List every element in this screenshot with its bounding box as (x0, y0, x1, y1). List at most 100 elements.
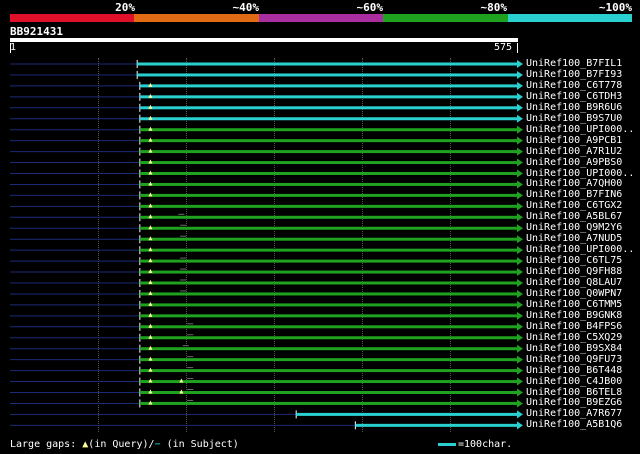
hit-bar[interactable] (139, 128, 517, 132)
hit-bar[interactable] (139, 336, 517, 340)
hit-bar[interactable] (139, 106, 517, 110)
hit-bar[interactable] (139, 182, 517, 186)
hit-bar[interactable] (139, 292, 517, 296)
hit-arrow-icon (517, 410, 523, 419)
hit-arrow-icon (517, 257, 523, 266)
hit-arrow-icon (517, 268, 523, 277)
scale-legend-text: =100char. (458, 439, 513, 450)
hit-bar[interactable] (139, 193, 517, 197)
hit-arrow-icon (517, 235, 523, 244)
hit-bar[interactable] (355, 423, 517, 427)
hit-arrow-icon (517, 279, 523, 287)
hit-bar[interactable] (139, 401, 517, 405)
hit-bar[interactable] (137, 73, 517, 77)
hit-label[interactable]: UniRef100_UPI000.. (526, 168, 634, 179)
hit-arrow-icon (517, 202, 523, 211)
hit-bar[interactable] (139, 139, 517, 143)
hit-label[interactable]: UniRef100_C6TDH3 (526, 91, 622, 102)
hit-label[interactable]: UniRef100_C4JB00 (526, 376, 622, 387)
hit-arrow-icon (517, 366, 523, 375)
hit-label[interactable]: UniRef100_Q0WPN7 (526, 288, 622, 299)
hit-bar[interactable] (139, 172, 517, 175)
hit-bar[interactable] (139, 237, 517, 241)
length-scale-legend: =100char. (438, 439, 512, 450)
hit-bar[interactable] (139, 281, 517, 285)
hit-label[interactable]: UniRef100_C5XQ29 (526, 332, 622, 343)
hit-label[interactable]: UniRef100_A7R677 (526, 408, 622, 419)
hit-bar[interactable] (139, 270, 517, 274)
hit-arrow-icon (517, 191, 523, 200)
hit-bar[interactable] (139, 117, 517, 121)
hit-label[interactable]: UniRef100_Q9M2Y6 (526, 222, 622, 233)
hit-arrow-icon (517, 322, 523, 331)
hit-bar[interactable] (139, 325, 517, 329)
hit-arrow-icon (517, 103, 523, 112)
hit-arrow-icon (517, 136, 523, 145)
hit-bar[interactable] (139, 150, 517, 154)
hit-bar[interactable] (139, 369, 517, 373)
hit-arrow-icon (517, 399, 523, 408)
hit-bar[interactable] (139, 347, 517, 351)
hit-label[interactable]: UniRef100_A7NUD5 (526, 233, 622, 244)
hit-label[interactable]: UniRef100_B9GNK8 (526, 310, 622, 321)
hit-label[interactable]: UniRef100_A7QH00 (526, 178, 622, 189)
hit-label[interactable]: UniRef100_Q8LAU7 (526, 277, 622, 288)
hit-label[interactable]: UniRef100_B9S7U0 (526, 113, 622, 124)
hit-arrow-icon (517, 300, 523, 309)
hit-bar[interactable] (139, 391, 517, 394)
hit-arrow-icon (517, 246, 523, 255)
hit-label[interactable]: UniRef100_B6T448 (526, 365, 622, 376)
hit-label[interactable]: UniRef100_C6TL75 (526, 255, 622, 266)
hit-label[interactable]: UniRef100_B9SX84 (526, 343, 622, 354)
hit-label[interactable]: UniRef100_C6T778 (526, 80, 622, 91)
hit-bar[interactable] (296, 412, 517, 416)
hit-label[interactable]: UniRef100_A5BL67 (526, 211, 622, 222)
hit-bar[interactable] (139, 259, 517, 263)
hit-label[interactable]: UniRef100_UPI000.. (526, 244, 634, 255)
hit-arrow-icon (517, 180, 523, 189)
gap-legend: Large gaps: ▲(in Query)/− (in Subject) (10, 439, 239, 450)
hit-label[interactable]: UniRef100_Q9FU73 (526, 354, 622, 365)
hit-label[interactable]: UniRef100_B7FIN6 (526, 189, 622, 200)
hit-arrow-icon (517, 147, 523, 156)
hit-arrow-icon (517, 388, 523, 397)
hit-label[interactable]: UniRef100_C6TMM5 (526, 299, 622, 310)
hit-label[interactable]: UniRef100_Q9FH88 (526, 266, 622, 277)
gap-legend-subject: (in Subject) (160, 439, 239, 450)
hit-label[interactable]: UniRef100_B9R6U6 (526, 102, 622, 113)
hit-bar[interactable] (139, 314, 517, 318)
hit-arrow-icon (517, 311, 523, 320)
hit-bar[interactable] (139, 215, 517, 219)
hit-arrow-icon (517, 60, 523, 68)
hit-bar[interactable] (137, 62, 517, 66)
hit-label[interactable]: UniRef100_UPI000.. (526, 124, 634, 135)
hit-bar[interactable] (139, 95, 517, 99)
hit-arrow-icon (517, 70, 523, 79)
hit-bar[interactable] (139, 226, 517, 230)
hit-label[interactable]: UniRef100_B4FPS6 (526, 321, 622, 332)
hit-bar[interactable] (139, 84, 517, 88)
hit-label[interactable]: UniRef100_A5B1Q6 (526, 419, 622, 430)
hit-label[interactable]: UniRef100_A9PCB1 (526, 135, 622, 146)
hit-label[interactable]: UniRef100_B7FI93 (526, 69, 622, 80)
hit-bar[interactable] (139, 204, 517, 208)
hit-label[interactable]: UniRef100_A9PBS0 (526, 157, 622, 168)
hit-arrow-icon (517, 125, 523, 134)
gap-legend-label: Large gaps: (10, 439, 77, 450)
hit-arrow-icon (517, 169, 523, 178)
hit-arrow-icon (517, 92, 523, 101)
hit-bar[interactable] (139, 161, 517, 165)
hit-label[interactable]: UniRef100_B7FIL1 (526, 58, 622, 69)
hit-bar[interactable] (139, 380, 517, 384)
hit-label[interactable]: UniRef100_B9EZG6 (526, 397, 622, 408)
hit-bar[interactable] (139, 358, 517, 362)
hit-label[interactable]: UniRef100_B6TEL8 (526, 387, 622, 398)
hit-arrow-icon (517, 81, 523, 90)
hit-arrow-icon (517, 213, 523, 222)
hit-label[interactable]: UniRef100_A7R1U2 (526, 146, 622, 157)
hit-bar[interactable] (139, 303, 517, 307)
hit-arrow-icon (517, 344, 523, 353)
hit-bar[interactable] (139, 248, 517, 252)
hit-label[interactable]: UniRef100_C6TGX2 (526, 200, 622, 211)
hit-arrow-icon (517, 158, 523, 167)
